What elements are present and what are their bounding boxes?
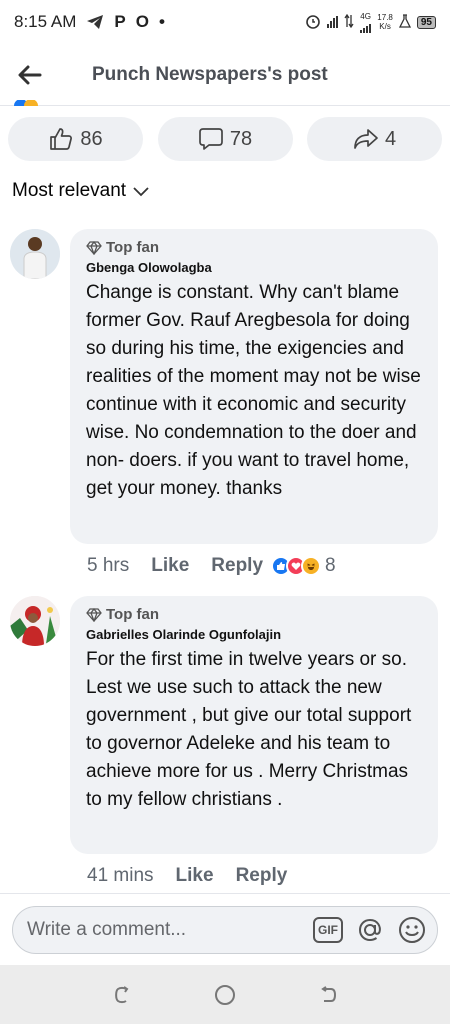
comment-input-placeholder: Write a comment... bbox=[27, 919, 187, 940]
like-button[interactable]: 86 bbox=[8, 117, 143, 161]
comment-like-button[interactable]: Like bbox=[176, 865, 214, 887]
recents-icon bbox=[114, 985, 129, 1003]
comment-time: 5 hrs bbox=[87, 555, 130, 576]
net-speed-unit: K/s bbox=[379, 22, 391, 31]
signal-strength-icon bbox=[327, 16, 339, 28]
comment-composer-bar: Write a comment... GIF bbox=[0, 893, 450, 965]
post-reaction-icons bbox=[14, 100, 54, 106]
diamond-icon bbox=[86, 607, 102, 622]
user-photo-icon bbox=[10, 229, 60, 279]
more-notifications-dot-icon: • bbox=[158, 12, 165, 31]
network-type-indicator: 4G bbox=[360, 11, 372, 33]
comment-reply-button[interactable]: Reply bbox=[211, 555, 263, 577]
back-nav-button[interactable] bbox=[313, 980, 343, 1010]
emoji-button[interactable] bbox=[397, 915, 427, 945]
comment-reactions[interactable] bbox=[271, 556, 322, 576]
comment-author[interactable]: Gbenga Olowolagba bbox=[86, 260, 422, 275]
net-speed-value: 17.8 bbox=[377, 13, 393, 22]
comment-bubble: Top fan Gbenga Olowolagba Change is cons… bbox=[70, 229, 438, 544]
avatar[interactable] bbox=[10, 596, 60, 646]
status-time: 8:15 AM bbox=[14, 12, 77, 31]
data-transfer-icon bbox=[344, 13, 354, 31]
flask-icon bbox=[398, 13, 411, 31]
comment-count: 78 bbox=[229, 127, 253, 150]
haha-reaction-icon bbox=[24, 100, 38, 106]
comment-text: Change is constant. Why can't blame form… bbox=[86, 282, 421, 499]
user-photo-icon bbox=[10, 596, 60, 646]
top-fan-label: Top fan bbox=[106, 239, 160, 256]
like-count: 86 bbox=[80, 127, 103, 150]
comment-reply-button[interactable]: Reply bbox=[236, 865, 288, 887]
o-notification-icon: O bbox=[135, 12, 149, 31]
page-title: Punch Newspapers's post bbox=[92, 63, 328, 85]
share-arrow-icon bbox=[354, 129, 378, 149]
alarm-icon bbox=[305, 13, 321, 32]
post-actions: 86 78 4 bbox=[8, 117, 442, 161]
back-button[interactable] bbox=[0, 44, 60, 106]
battery-indicator: 95 bbox=[416, 15, 436, 29]
comment-input[interactable]: Write a comment... GIF bbox=[12, 906, 438, 954]
home-button[interactable] bbox=[210, 980, 240, 1010]
comment-text: For the first time in twelve years or so… bbox=[86, 649, 412, 810]
home-circle-icon bbox=[214, 984, 235, 1005]
top-fan-badge: Top fan bbox=[86, 606, 422, 623]
sort-comments-dropdown[interactable]: Most relevant bbox=[12, 180, 150, 202]
comment-button[interactable]: 78 bbox=[157, 117, 293, 161]
back-nav-icon bbox=[321, 985, 337, 1002]
recents-button[interactable] bbox=[107, 980, 137, 1010]
top-fan-label: Top fan bbox=[106, 606, 160, 623]
diamond-icon bbox=[86, 240, 102, 255]
telegram-icon bbox=[86, 14, 104, 30]
chevron-down-icon bbox=[133, 187, 149, 197]
gif-button[interactable]: GIF bbox=[313, 915, 343, 945]
sort-label: Most relevant bbox=[12, 180, 127, 201]
comment-reaction-count: 8 bbox=[325, 555, 336, 576]
comment-bubble-icon bbox=[199, 128, 223, 150]
avatar[interactable] bbox=[10, 229, 60, 279]
post-header: Punch Newspapers's post bbox=[0, 44, 450, 106]
network-type: 4G bbox=[360, 11, 371, 21]
status-bar: 8:15 AM P O • 4G 17.8 K/s 95 bbox=[0, 0, 450, 44]
top-fan-badge: Top fan bbox=[86, 239, 422, 256]
smiley-icon bbox=[399, 917, 425, 943]
mention-button[interactable] bbox=[355, 915, 385, 945]
haha-reaction-icon bbox=[301, 556, 322, 576]
gif-icon: GIF bbox=[313, 917, 343, 943]
comment-meta: 41 mins Like Reply bbox=[87, 865, 309, 887]
share-button[interactable]: 4 bbox=[307, 117, 442, 161]
system-nav-bar bbox=[0, 965, 450, 1024]
signal-strength-2-icon bbox=[360, 21, 372, 33]
p-notification-icon: P bbox=[114, 12, 126, 31]
comment-like-button[interactable]: Like bbox=[151, 555, 189, 577]
share-count: 4 bbox=[384, 127, 397, 150]
comment-meta: 5 hrs Like Reply 8 bbox=[87, 555, 336, 577]
thumbs-up-icon bbox=[50, 128, 73, 150]
back-arrow-icon bbox=[18, 65, 42, 84]
comment-time: 41 mins bbox=[87, 865, 154, 886]
comment-bubble: Top fan Gabrielles Olarinde Ogunfolajin … bbox=[70, 596, 438, 854]
comment-author[interactable]: Gabrielles Olarinde Ogunfolajin bbox=[86, 627, 422, 642]
net-speed: 17.8 K/s bbox=[377, 13, 393, 31]
at-sign-icon bbox=[358, 918, 381, 942]
